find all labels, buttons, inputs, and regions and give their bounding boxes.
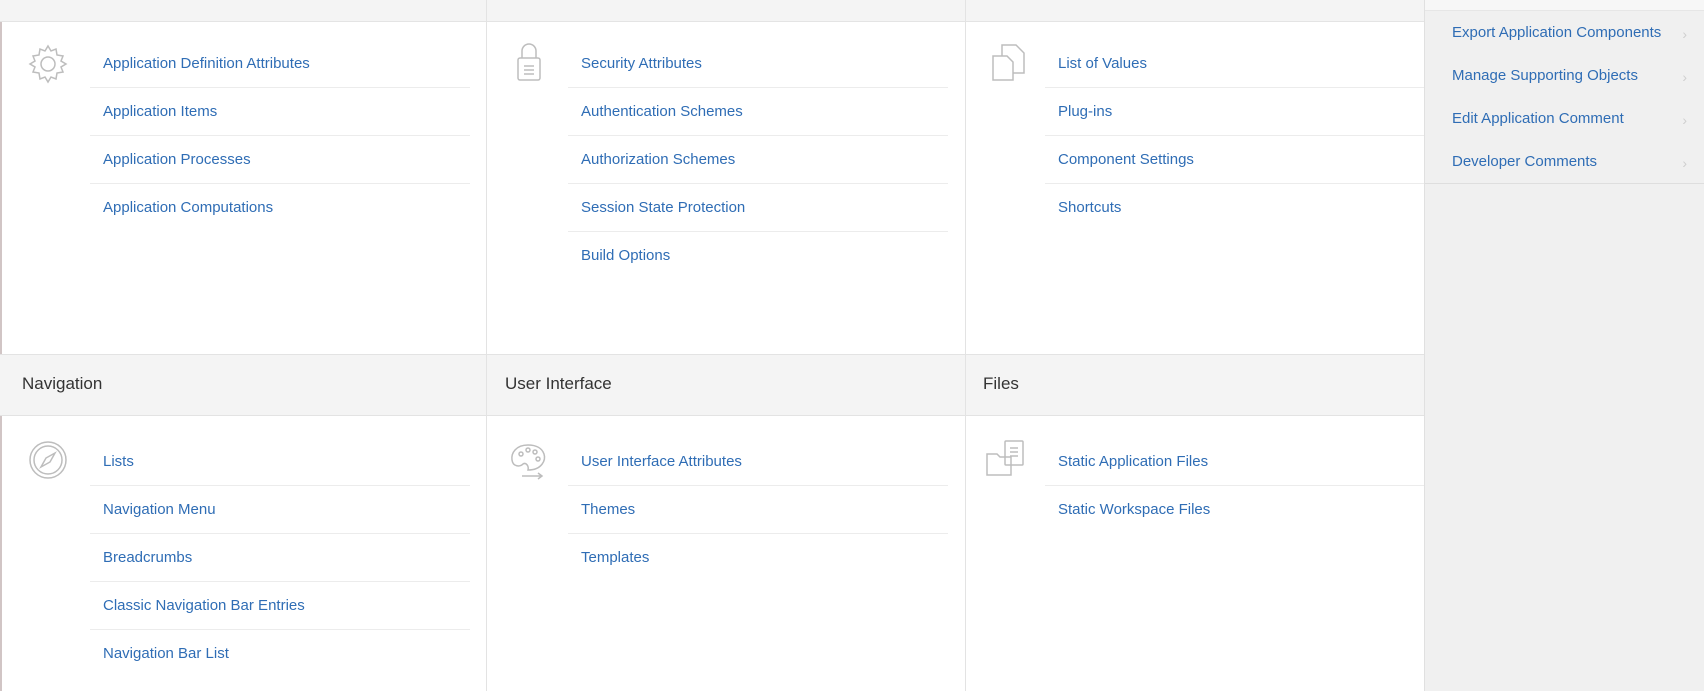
link-authorization-schemes[interactable]: Authorization Schemes: [568, 136, 948, 172]
link-shortcuts[interactable]: Shortcuts: [1045, 184, 1425, 220]
sidebar-task-list: Export Application Components › Manage S…: [1425, 11, 1704, 184]
lock-icon: [515, 42, 543, 89]
gear-icon: [26, 42, 70, 91]
sidebar-item-label: Edit Application Comment: [1452, 110, 1624, 127]
link-authentication-schemes[interactable]: Authentication Schemes: [568, 88, 948, 124]
list-item: Classic Navigation Bar Entries: [90, 582, 470, 630]
list-item: Themes: [568, 486, 948, 534]
list-item: Static Workspace Files: [1045, 486, 1425, 534]
application-logic-links: Application Definition Attributes Applic…: [90, 40, 470, 232]
sidebar-item-developer-comments[interactable]: Developer Comments ›: [1425, 140, 1704, 183]
list-item: Security Attributes: [568, 40, 948, 88]
link-application-items[interactable]: Application Items: [90, 88, 470, 124]
sidebar-item-edit-application-comment[interactable]: Edit Application Comment ›: [1425, 97, 1704, 140]
region-title-user-interface: User Interface: [505, 374, 612, 393]
list-item: Shortcuts: [1045, 184, 1425, 232]
region-header-files: [966, 354, 1424, 416]
sidebar-item-label: Developer Comments: [1452, 153, 1598, 170]
shared-components-grid: Application Definition Attributes Applic…: [0, 0, 1425, 691]
column-divider: [486, 0, 487, 691]
list-item: Build Options: [568, 232, 948, 280]
list-item: Lists: [90, 438, 470, 486]
list-item: Authorization Schemes: [568, 136, 948, 184]
sidebar-item-label: Manage Supporting Objects: [1452, 67, 1638, 84]
link-classic-navigation-bar-entries[interactable]: Classic Navigation Bar Entries: [90, 582, 470, 618]
link-application-processes[interactable]: Application Processes: [90, 136, 470, 172]
column-divider: [965, 0, 966, 691]
chevron-right-icon: ›: [1682, 112, 1687, 128]
list-item: Component Settings: [1045, 136, 1425, 184]
link-breadcrumbs[interactable]: Breadcrumbs: [90, 534, 470, 570]
link-security-attributes[interactable]: Security Attributes: [568, 40, 948, 76]
region-title-files: Files: [983, 374, 1019, 393]
navigation-links: Lists Navigation Menu Breadcrumbs Classi…: [90, 438, 470, 678]
link-lists[interactable]: Lists: [90, 438, 470, 474]
copy-icon: [990, 42, 1030, 87]
list-item: Static Application Files: [1045, 438, 1425, 486]
list-item: Session State Protection: [568, 184, 948, 232]
link-static-application-files[interactable]: Static Application Files: [1045, 438, 1425, 474]
list-item: Navigation Bar List: [90, 630, 470, 678]
list-item: Plug-ins: [1045, 88, 1425, 136]
link-templates[interactable]: Templates: [568, 534, 948, 570]
list-item: Authentication Schemes: [568, 88, 948, 136]
list-item: User Interface Attributes: [568, 438, 948, 486]
sidebar-item-manage-supporting-objects[interactable]: Manage Supporting Objects ›: [1425, 54, 1704, 97]
list-item: Breadcrumbs: [90, 534, 470, 582]
link-session-state-protection[interactable]: Session State Protection: [568, 184, 948, 220]
chevron-right-icon: ›: [1682, 69, 1687, 85]
other-components-links: List of Values Plug-ins Component Settin…: [1045, 40, 1425, 232]
region-title-navigation: Navigation: [22, 374, 103, 393]
list-item: Application Computations: [90, 184, 470, 232]
link-navigation-menu[interactable]: Navigation Menu: [90, 486, 470, 522]
list-item: Application Processes: [90, 136, 470, 184]
link-component-settings[interactable]: Component Settings: [1045, 136, 1425, 172]
link-plug-ins[interactable]: Plug-ins: [1045, 88, 1425, 124]
sidebar-top-strip: [1425, 0, 1704, 11]
sidebar-item-label: Export Application Components: [1452, 24, 1662, 41]
files-links: Static Application Files Static Workspac…: [1045, 438, 1425, 534]
link-navigation-bar-list[interactable]: Navigation Bar List: [90, 630, 470, 666]
list-item: Application Items: [90, 88, 470, 136]
chevron-right-icon: ›: [1682, 155, 1687, 171]
list-item: Application Definition Attributes: [90, 40, 470, 88]
list-item: List of Values: [1045, 40, 1425, 88]
link-list-of-values[interactable]: List of Values: [1045, 40, 1425, 76]
security-links: Security Attributes Authentication Schem…: [568, 40, 948, 280]
compass-icon: [27, 439, 69, 486]
top-header-strip: [0, 0, 1424, 22]
sidebar-item-export-application-components[interactable]: Export Application Components ›: [1425, 11, 1704, 54]
user-interface-links: User Interface Attributes Themes Templat…: [568, 438, 948, 582]
right-sidebar: Export Application Components › Manage S…: [1424, 0, 1704, 691]
file-folder-icon: [985, 438, 1029, 483]
link-static-workspace-files[interactable]: Static Workspace Files: [1045, 486, 1425, 522]
list-item: Templates: [568, 534, 948, 582]
link-user-interface-attributes[interactable]: User Interface Attributes: [568, 438, 948, 474]
link-themes[interactable]: Themes: [568, 486, 948, 522]
link-application-computations[interactable]: Application Computations: [90, 184, 470, 220]
palette-icon: [508, 440, 548, 485]
link-application-definition-attributes[interactable]: Application Definition Attributes: [90, 40, 470, 76]
list-item: Navigation Menu: [90, 486, 470, 534]
link-build-options[interactable]: Build Options: [568, 232, 948, 268]
chevron-right-icon: ›: [1682, 26, 1687, 42]
